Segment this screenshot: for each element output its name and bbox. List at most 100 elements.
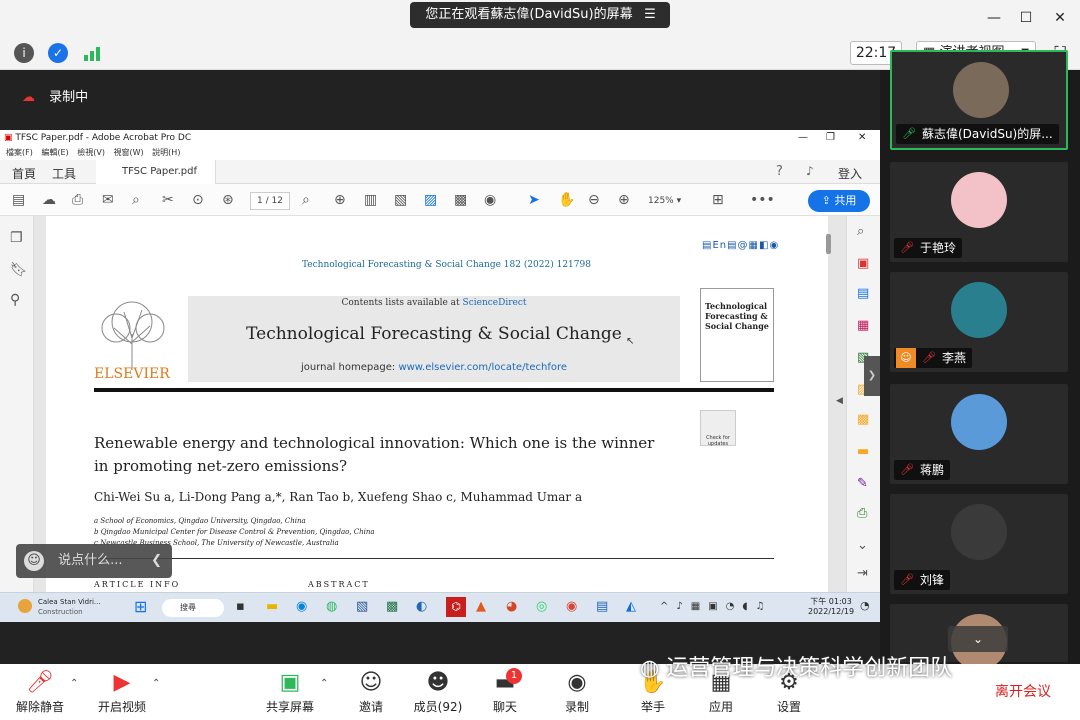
- bookmark-icon[interactable]: 🔖︎: [10, 262, 28, 278]
- zoom-in-icon[interactable]: ⊕: [618, 192, 630, 208]
- expand-tools-icon[interactable]: ⌄: [857, 538, 868, 553]
- search-icon[interactable]: ⌕: [132, 192, 140, 208]
- export-pdf-icon[interactable]: ▨: [424, 192, 437, 208]
- sharing-indicator[interactable]: 您正在观看蘇志偉(DavidSu)的屏幕 ☰: [410, 2, 670, 28]
- pages-icon[interactable]: ❐: [10, 230, 23, 246]
- excel-icon[interactable]: ▩: [386, 599, 398, 614]
- image-icon[interactable]: ▩: [454, 192, 467, 208]
- leave-meeting-button[interactable]: 离开会议: [984, 678, 1062, 706]
- check-updates-badge[interactable]: Check for updates: [700, 410, 736, 447]
- task-view-icon[interactable]: ▪: [236, 599, 245, 614]
- share-button[interactable]: ⇪ 共用: [808, 190, 870, 212]
- zoom-page-icon[interactable]: ⊕: [334, 192, 346, 208]
- minimize-icon[interactable]: —: [984, 8, 1004, 28]
- tab-home[interactable]: 首頁: [12, 165, 36, 182]
- fill-sign-icon[interactable]: ▩: [857, 412, 869, 427]
- zoom-tool-icon[interactable]: ⌕: [857, 224, 864, 239]
- notification-icon[interactable]: ◔: [860, 599, 870, 612]
- print-icon[interactable]: ⎙: [72, 192, 83, 208]
- comment-icon[interactable]: ▬: [857, 444, 869, 459]
- participant-tile[interactable]: ☺ 🎤︎ 李燕: [890, 272, 1068, 372]
- video-button[interactable]: ▶ 开启视频: [92, 668, 152, 715]
- acrobat-restore-icon[interactable]: ❐: [826, 130, 835, 146]
- matlab-icon[interactable]: ▲: [476, 599, 486, 614]
- login-link[interactable]: 登入: [838, 165, 862, 182]
- participant-tile[interactable]: 🎤︎ 蒋鹏: [890, 384, 1068, 484]
- save-icon[interactable]: ▤: [12, 192, 25, 208]
- chat-button[interactable]: ▬ 聊天: [480, 668, 530, 715]
- sign-icon[interactable]: ✎: [857, 476, 868, 491]
- menu-icon[interactable]: ☰: [644, 7, 656, 22]
- news-widget[interactable]: Calea Stan Vidri... Construction: [18, 597, 101, 617]
- homepage-link[interactable]: www.elsevier.com/locate/techfore: [398, 362, 567, 373]
- info-icon[interactable]: i: [14, 43, 34, 63]
- powerpoint-icon[interactable]: ◕: [506, 599, 517, 614]
- signal-icon[interactable]: [82, 45, 102, 61]
- combine-icon[interactable]: ▤: [857, 286, 869, 301]
- r-icon[interactable]: ◐: [416, 599, 427, 614]
- select-arrow-icon[interactable]: ➤: [528, 192, 540, 208]
- taskbar-clock[interactable]: 下午 01:03 2022/12/19: [808, 597, 854, 617]
- organize-icon[interactable]: ▦: [857, 318, 869, 333]
- acrobat-minimize-icon[interactable]: —: [798, 130, 808, 146]
- collapse-right-icon[interactable]: ◀: [836, 396, 843, 406]
- acrobat-menu-bar[interactable]: 檔案(F) 編輯(E) 檢視(V) 視窗(W) 說明(H): [0, 146, 880, 160]
- close-icon[interactable]: ✕: [1050, 8, 1070, 28]
- acrobat-close-icon[interactable]: ✕: [858, 130, 866, 146]
- create-pdf-icon[interactable]: ▣: [857, 256, 869, 271]
- layout-icon[interactable]: ⊞: [712, 192, 724, 208]
- share-options-icon[interactable]: ⌃: [320, 678, 328, 689]
- page-down-icon[interactable]: ⊛: [222, 192, 234, 208]
- print-production-icon[interactable]: ⎙: [857, 506, 867, 521]
- invite-button[interactable]: ☺ 邀请: [346, 668, 396, 715]
- chrome-icon[interactable]: ◉: [566, 599, 577, 614]
- share-screen-button[interactable]: ▣ 共享屏幕: [260, 668, 320, 715]
- shield-icon[interactable]: ✓: [48, 43, 68, 63]
- record-button[interactable]: ◉ 录制: [552, 668, 602, 715]
- tab-tools[interactable]: 工具: [52, 165, 76, 182]
- collapse-pane-icon[interactable]: ⇥: [857, 566, 868, 581]
- explorer-icon[interactable]: ▬: [266, 599, 278, 614]
- page-up-icon[interactable]: ⊙: [192, 192, 204, 208]
- find-icon[interactable]: ▧: [394, 192, 407, 208]
- scroll-down-icon[interactable]: ⌄: [948, 626, 1008, 652]
- collapse-chat-icon[interactable]: ❮: [151, 544, 162, 578]
- translate-toolbar[interactable]: ▤En▤@▦◧◉: [702, 240, 830, 256]
- edge-icon[interactable]: ◉: [296, 599, 307, 614]
- participant-tile[interactable]: 🎤︎ 蘇志偉(DavidSu)的屏...: [890, 50, 1068, 150]
- sciencedirect-link[interactable]: ScienceDirect: [463, 298, 527, 308]
- zoom-select-icon[interactable]: ⌕: [302, 192, 310, 208]
- cut-icon[interactable]: ✂: [162, 192, 174, 208]
- tencent-meeting-icon[interactable]: ◭: [626, 599, 636, 614]
- start-icon[interactable]: ⊞: [134, 597, 147, 616]
- tray-icons[interactable]: ^♪▦▣◔◖♫: [660, 601, 773, 612]
- mute-button[interactable]: 🎤︎ 解除静音: [10, 668, 70, 715]
- help-icon[interactable]: ?: [776, 164, 783, 179]
- whatsapp-icon[interactable]: ◎: [536, 599, 547, 614]
- fit-page-icon[interactable]: ▥: [364, 192, 377, 208]
- wechat-icon[interactable]: ◍: [326, 599, 337, 614]
- attachment-icon[interactable]: ⚲: [10, 292, 20, 308]
- more-icon[interactable]: •••: [750, 192, 775, 208]
- emoji-icon[interactable]: ☺: [24, 551, 44, 571]
- page-number-input[interactable]: 1 / 12: [250, 192, 290, 210]
- tab-document[interactable]: TFSC Paper.pdf: [96, 160, 216, 184]
- word-icon[interactable]: ▧: [356, 599, 368, 614]
- upload-icon[interactable]: ☁: [42, 192, 56, 208]
- chat-input-box[interactable]: ☺ 说点什么... ❮: [16, 544, 172, 578]
- zoom-out-icon[interactable]: ⊖: [588, 192, 600, 208]
- maximize-icon[interactable]: ☐: [1016, 8, 1036, 28]
- email-icon[interactable]: ✉: [102, 192, 114, 208]
- scrollbar-thumb[interactable]: [826, 234, 831, 254]
- bell-icon[interactable]: ♪: [806, 164, 814, 178]
- video-options-icon[interactable]: ⌃: [152, 678, 160, 689]
- acrobat-taskbar-icon[interactable]: ⌬: [446, 597, 466, 617]
- members-button[interactable]: ☻ 成员(92): [408, 668, 468, 715]
- participant-tile[interactable]: 🎤︎ 刘锋: [890, 494, 1068, 594]
- mute-options-icon[interactable]: ⌃: [70, 678, 78, 689]
- taskbar-search[interactable]: 搜尋: [162, 599, 224, 617]
- notes-icon[interactable]: ▤: [596, 599, 608, 614]
- panel-toggle-icon[interactable]: ❯: [864, 356, 880, 396]
- stamp-icon[interactable]: ◉: [484, 192, 496, 208]
- hand-icon[interactable]: ✋: [558, 192, 575, 208]
